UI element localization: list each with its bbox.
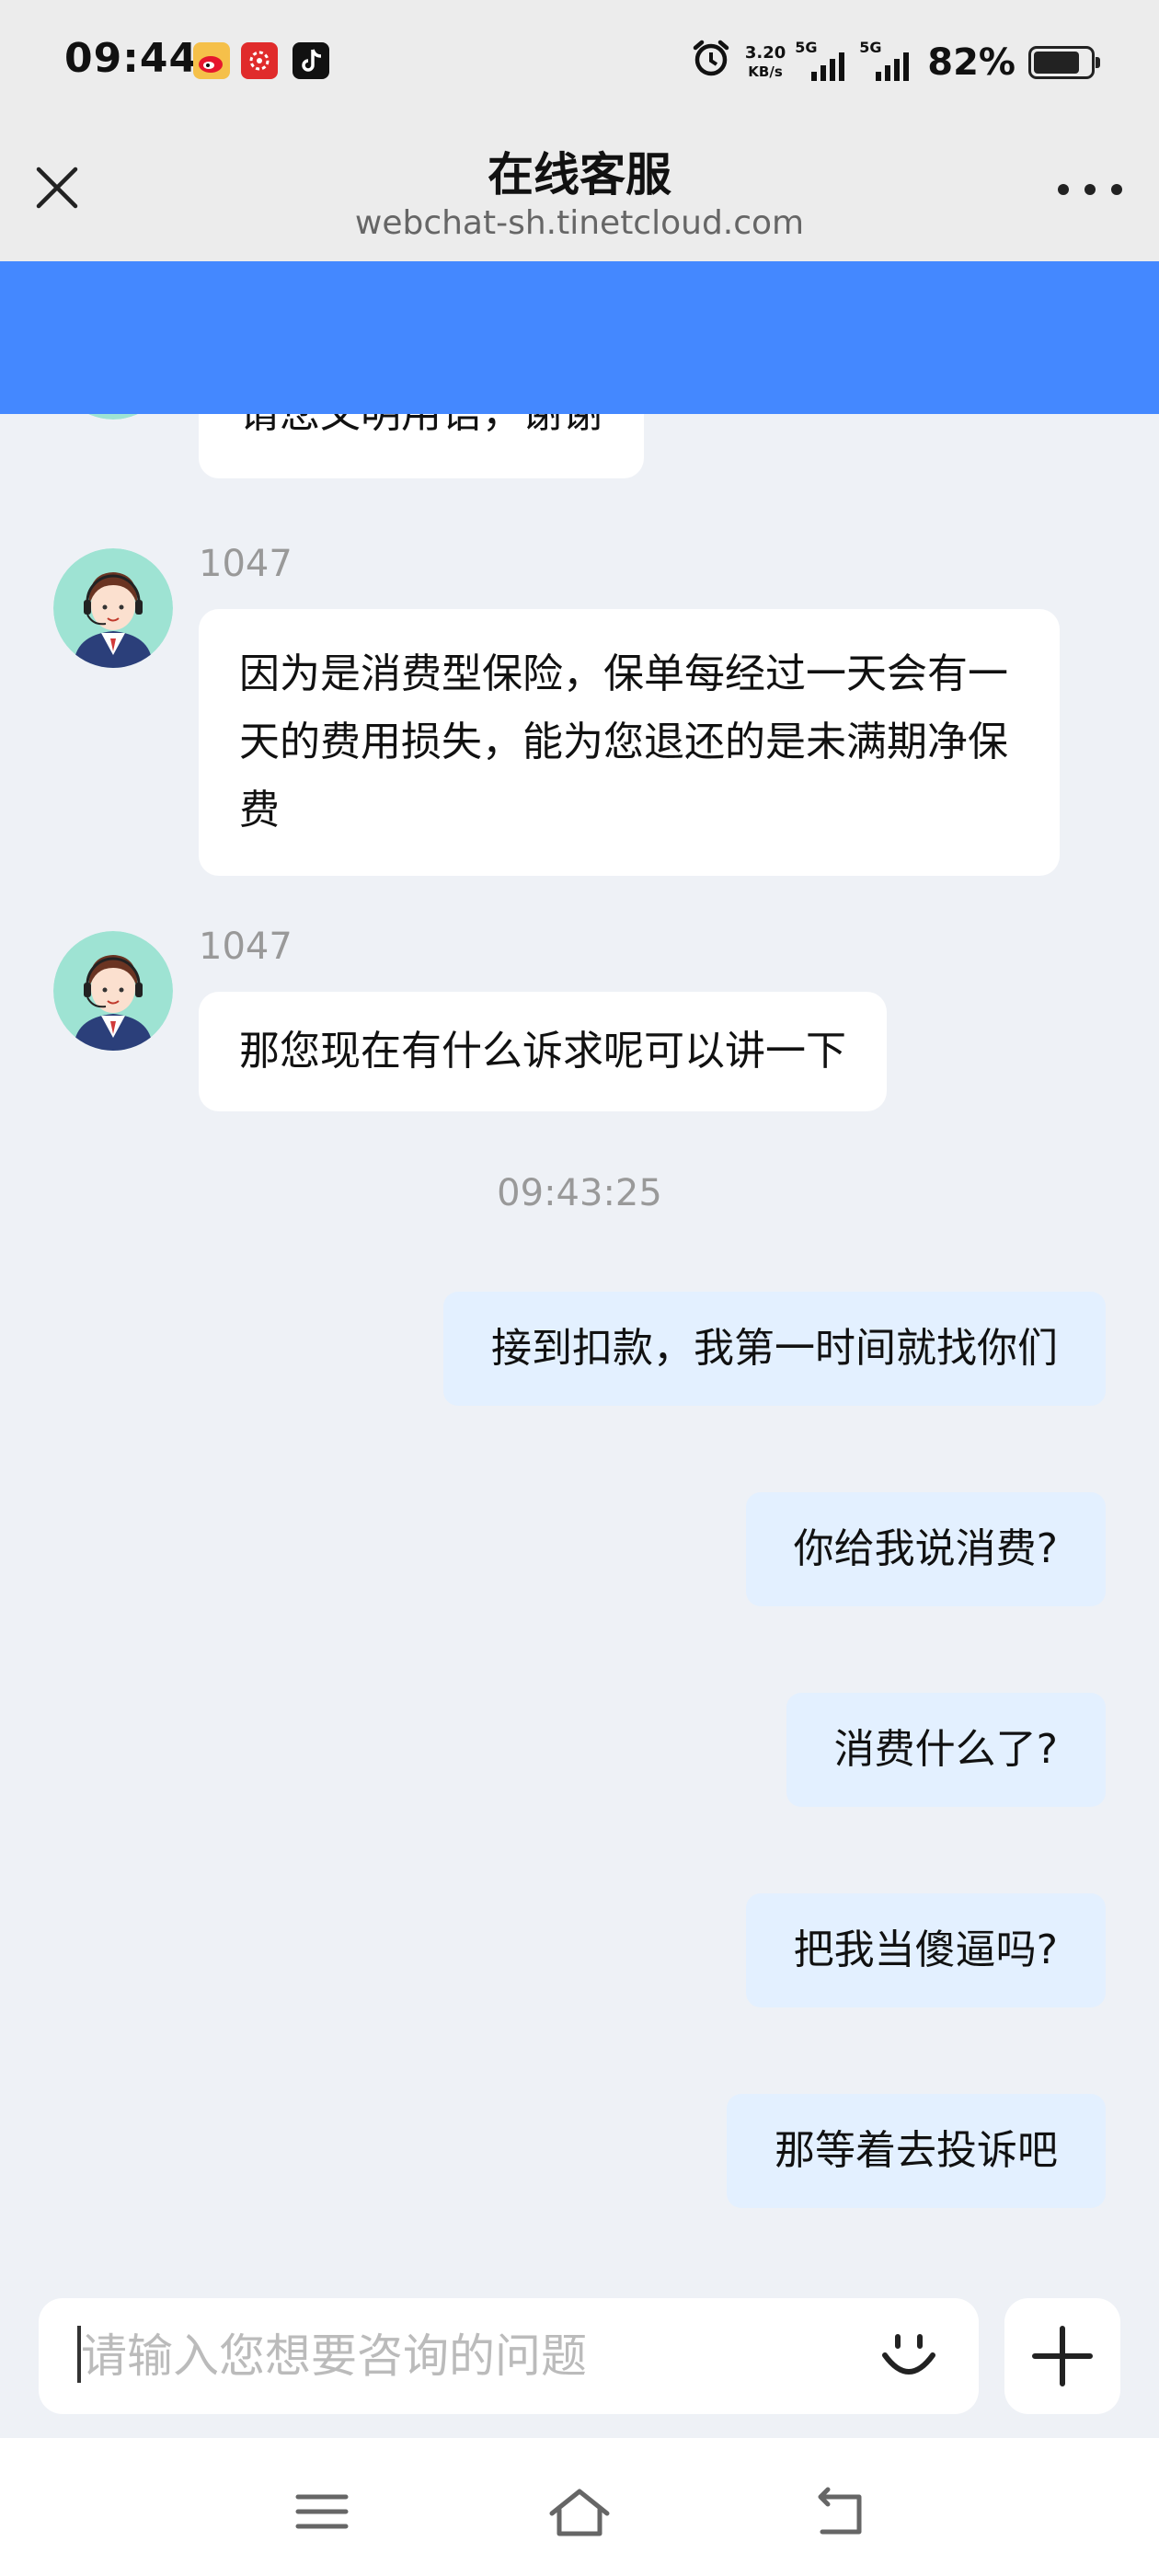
sender-id: 1047 [199,926,293,968]
page-url: webchat-sh.tinetcloud.com [354,204,805,242]
more-menu-button[interactable] [1058,180,1122,199]
message-text: 把我当傻逼吗? [793,1926,1058,1973]
user-message-bubble: 消费什么了? [786,1693,1106,1807]
status-time: 09:44 [64,35,199,82]
more-actions-button[interactable] [1004,2298,1120,2414]
signal-icon: 5G [795,39,850,81]
user-message-bubble: 接到扣款，我第一时间就找你们 [443,1292,1106,1406]
message-text: 因为是消费型保险，保单每经过一天会有一天的费用损失，能为您退还的是未满期净保费 [239,650,1008,834]
user-message-bubble: 把我当傻逼吗? [745,1893,1106,2007]
home-icon [549,2489,610,2536]
input-placeholder: 请输入您想要咨询的问题 [81,2329,587,2383]
battery-icon [1028,46,1100,79]
message-input[interactable]: 请输入您想要咨询的问题 [39,2298,979,2414]
chat-list[interactable]: 请您文明用语，谢谢 1047 因为是消费型保险，保单每经过一天会有一天的费用损失… [0,261,1159,2294]
page-title: 在线客服 [488,148,671,201]
net-speed-value: 3.20 [744,43,786,63]
user-message-bubble: 你给我说消费? [745,1492,1106,1606]
agent-avatar [53,548,173,668]
tiktok-icon [293,42,329,79]
alarm-icon [690,37,732,88]
message-text: 那等着去投诉吧 [775,2127,1058,2174]
message-text: 你给我说消费? [793,1525,1058,1572]
message-text: 消费什么了? [833,1726,1058,1773]
system-nav-bar [0,2438,1159,2576]
message-text: 那您现在有什么诉求呢可以讲一下 [239,1028,846,1075]
message-timestamp: 09:43:25 [497,1172,662,1214]
battery-percent: 82% [927,41,1016,84]
home-button[interactable] [543,2475,616,2548]
message-bubble: 那您现在有什么诉求呢可以讲一下 [199,992,887,1111]
back-icon [818,2487,862,2535]
status-bar: 09:44 3.20 KB/s 5G 5G 82% [0,0,1159,124]
message-text: 接到扣款，我第一时间就找你们 [491,1325,1058,1372]
weibo-icon [193,42,230,79]
status-right: 3.20 KB/s 5G 5G 82% [690,35,1100,90]
net-speed-unit: KB/s [748,63,783,80]
agent-avatar [53,931,173,1051]
more-dot-icon [1058,184,1069,195]
sender-id: 1047 [199,543,293,585]
net-speed: 3.20 KB/s [745,44,786,81]
message-bubble: 因为是消费型保险，保单每经过一天会有一天的费用损失，能为您退还的是未满期净保费 [199,609,1060,876]
signal-icon-2: 5G [859,39,914,81]
recent-apps-button[interactable] [285,2475,359,2548]
announcement-banner [0,261,1159,414]
menu-icon [295,2494,349,2529]
user-message-bubble: 那等着去投诉吧 [727,2094,1106,2208]
emoji-button[interactable] [872,2320,946,2394]
plus-icon [1032,2326,1093,2386]
app-red-icon [241,42,278,79]
back-button[interactable] [800,2475,874,2548]
smile-icon [882,2334,935,2375]
